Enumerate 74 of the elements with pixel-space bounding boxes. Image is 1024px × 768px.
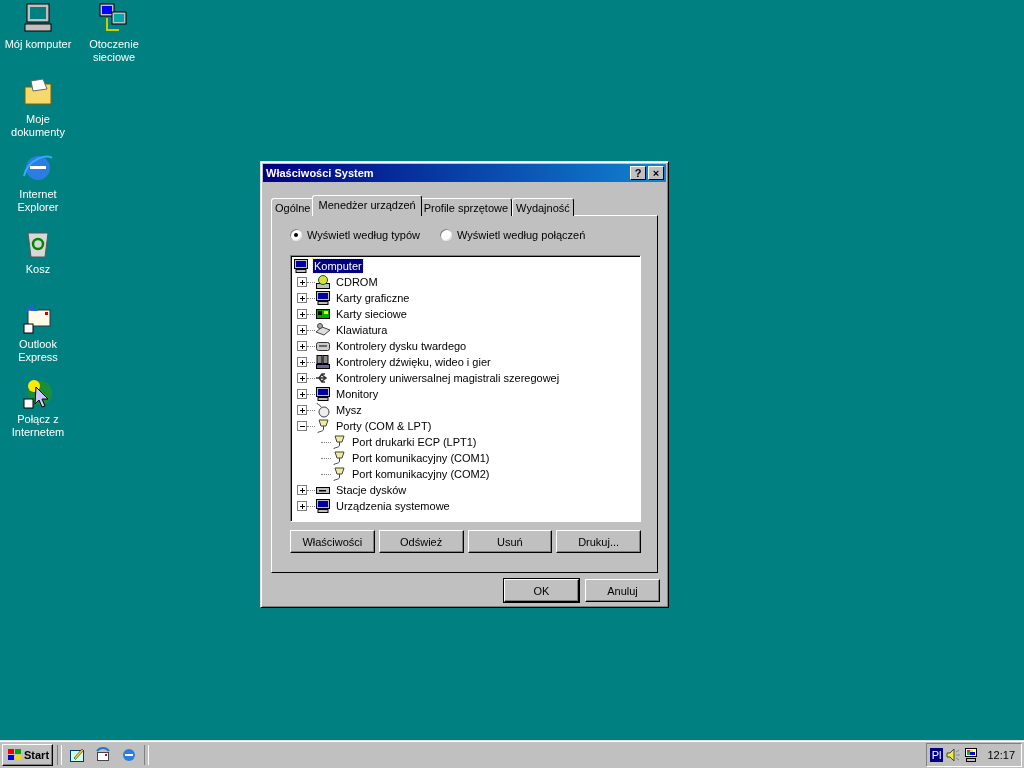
mail-envelope-icon[interactable]: [22, 302, 54, 334]
windows-flag-icon: [6, 747, 22, 762]
expand-icon[interactable]: [297, 293, 307, 303]
tree-item[interactable]: Kontrolery dysku twardego: [335, 339, 468, 353]
desktop-icon-label[interactable]: Otoczenie sieciowe: [79, 38, 149, 64]
tree-item[interactable]: Stacje dysków: [335, 483, 408, 497]
window-title: Właściwości System: [266, 167, 375, 179]
port-plug-icon: [331, 434, 347, 450]
expand-icon[interactable]: [297, 389, 307, 399]
mouse-icon: [315, 402, 331, 418]
port-plug-icon: [331, 466, 347, 482]
expand-icon[interactable]: [297, 341, 307, 351]
dialog-button[interactable]: Anuluj: [585, 579, 660, 602]
monitor-icon: [315, 290, 331, 306]
tree-item[interactable]: Monitory: [335, 387, 380, 401]
desktop-icon-label[interactable]: Outlook Express: [3, 338, 73, 364]
tab[interactable]: Profile sprzętowe: [419, 198, 513, 216]
device-action-button[interactable]: Odśwież: [378, 530, 464, 553]
device-action-button[interactable]: Usuń: [467, 530, 553, 553]
device-action-button[interactable]: Drukuj...: [556, 530, 641, 553]
tree-item[interactable]: Kontrolery uniwersalnej magistrali szeregowej: [335, 371, 561, 385]
clock: 12:17: [987, 748, 1015, 761]
tree-item[interactable]: CDROM: [335, 275, 379, 289]
channels-icon[interactable]: [95, 746, 112, 763]
tree-item[interactable]: Urządzenia systemowe: [335, 499, 451, 513]
circuit-card-icon: [315, 306, 331, 322]
expand-icon[interactable]: [297, 485, 307, 495]
tree-item[interactable]: Port komunikacyjny (COM1): [351, 451, 491, 465]
collapse-icon[interactable]: [297, 421, 307, 431]
desktop-icon-label[interactable]: Internet Explorer: [3, 188, 73, 214]
computer-icon: [293, 258, 309, 274]
globe-cursor-icon[interactable]: [22, 377, 54, 409]
computer-icon[interactable]: [22, 2, 54, 34]
desktop-icon-label[interactable]: Kosz: [3, 263, 73, 276]
port-plug-icon: [331, 450, 347, 466]
help-button[interactable]: ?: [630, 166, 646, 180]
keyboard-icon: [315, 322, 331, 338]
expand-icon[interactable]: [297, 405, 307, 415]
tab[interactable]: Menedżer urządzeń: [312, 195, 422, 216]
cd-drive-icon: [315, 274, 331, 290]
language-indicator[interactable]: Pl: [929, 747, 944, 762]
tab[interactable]: Ogólne: [271, 198, 315, 216]
close-button[interactable]: ×: [648, 166, 664, 180]
expand-icon[interactable]: [297, 373, 307, 383]
port-plug-icon: [315, 418, 331, 434]
start-button[interactable]: Start: [2, 743, 54, 766]
display-icon[interactable]: [963, 746, 980, 763]
tab[interactable]: Wydajność: [512, 198, 574, 216]
desktop-icon-label[interactable]: Połącz z Internetem: [3, 413, 73, 439]
monitor-icon: [315, 386, 331, 402]
expand-icon[interactable]: [297, 309, 307, 319]
tree-item[interactable]: Karty graficzne: [335, 291, 411, 305]
tree-item[interactable]: Porty (COM & LPT): [335, 419, 433, 433]
desktop-pencil-icon[interactable]: [69, 746, 86, 763]
expand-icon[interactable]: [297, 277, 307, 287]
tree-item[interactable]: Karty sieciowe: [335, 307, 408, 321]
computer-icon: [315, 498, 331, 514]
radio-button[interactable]: [290, 229, 302, 241]
dialog-button[interactable]: OK: [504, 579, 579, 602]
tree-item[interactable]: Kontrolery dźwięku, wideo i gier: [335, 355, 492, 369]
radio-button[interactable]: [440, 229, 452, 241]
desktop-icon-label[interactable]: Moje dokumenty: [3, 113, 73, 139]
tree-item[interactable]: Mysz: [335, 403, 363, 417]
tree-item[interactable]: Komputer: [313, 259, 363, 273]
tree-item[interactable]: Klawiatura: [335, 323, 389, 337]
speaker-icon[interactable]: [945, 746, 962, 763]
expand-icon[interactable]: [297, 501, 307, 511]
tree-item[interactable]: Port komunikacyjny (COM2): [351, 467, 491, 481]
expand-icon[interactable]: [297, 325, 307, 335]
desktop-icon-label[interactable]: Mój komputer: [3, 38, 73, 51]
tree-item[interactable]: Port drukarki ECP (LPT1): [351, 435, 478, 449]
device-action-button[interactable]: Właściwości: [290, 530, 375, 553]
network-computers-icon[interactable]: [98, 2, 130, 34]
expand-icon[interactable]: [297, 357, 307, 367]
